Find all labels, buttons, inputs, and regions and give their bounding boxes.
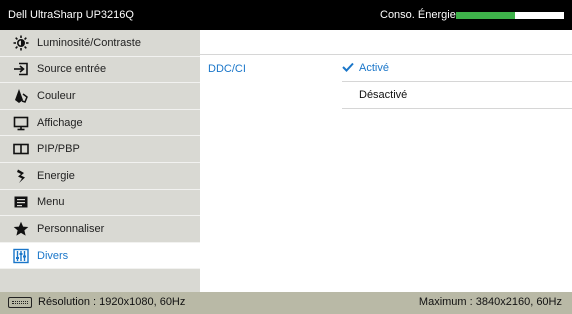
display-icon bbox=[13, 115, 29, 131]
sidebar-item-label: Menu bbox=[37, 196, 65, 209]
sidebar-item-personalize[interactable]: Personnaliser bbox=[0, 216, 200, 243]
option-enabled-label: Activé bbox=[359, 62, 389, 74]
sidebar-item-display[interactable]: Affichage bbox=[0, 110, 200, 137]
checkmark-icon bbox=[342, 62, 356, 75]
option-disabled-label: Désactivé bbox=[359, 89, 408, 101]
option-enabled[interactable]: Activé bbox=[342, 55, 570, 81]
sidebar-item-others[interactable]: Divers bbox=[0, 242, 200, 270]
sidebar-item-input-source[interactable]: Source entrée bbox=[0, 57, 200, 84]
sidebar-item-label: Affichage bbox=[37, 116, 83, 129]
divider bbox=[342, 108, 572, 109]
sidebar-item-label: Luminosité/Contraste bbox=[37, 36, 141, 49]
sidebar-item-pip-pbp[interactable]: PIP/PBP bbox=[0, 136, 200, 163]
title-bar: Dell UltraSharp UP3216Q Conso. Énergie bbox=[0, 0, 572, 30]
sidebar-item-label: Divers bbox=[37, 249, 69, 262]
sidebar-item-color[interactable]: Couleur bbox=[0, 83, 200, 110]
color-icon bbox=[13, 88, 29, 104]
current-resolution-text: Résolution : 1920x1080, 60Hz bbox=[38, 296, 186, 308]
menu-icon bbox=[13, 194, 29, 210]
ddc-ci-setting-label: DDC/CI bbox=[208, 63, 246, 75]
sidebar-item-label: Source entrée bbox=[37, 63, 107, 76]
sidebar-item-menu[interactable]: Menu bbox=[0, 190, 200, 217]
option-disabled[interactable]: Désactivé bbox=[342, 82, 570, 108]
sidebar-item-energy[interactable]: Energie bbox=[0, 163, 200, 190]
sidebar-item-label: Couleur bbox=[37, 89, 76, 102]
status-bar: Résolution : 1920x1080, 60Hz Maximum : 3… bbox=[0, 292, 572, 314]
pip-pbp-icon bbox=[13, 141, 29, 157]
energy-usage-fill bbox=[456, 12, 516, 19]
current-resolution: Résolution : 1920x1080, 60Hz bbox=[8, 296, 185, 308]
sidebar-item-label: Energie bbox=[37, 169, 75, 182]
maximum-resolution: Maximum : 3840x2160, 60Hz bbox=[418, 296, 562, 308]
sidebar-item-label: PIP/PBP bbox=[37, 143, 80, 156]
sidebar-item-brightness-contrast[interactable]: Luminosité/Contraste bbox=[0, 30, 200, 57]
sidebar-menu: Luminosité/Contraste Source entrée Coule… bbox=[0, 30, 200, 292]
energy-usage-label: Conso. Énergie bbox=[380, 9, 456, 21]
star-icon bbox=[13, 221, 29, 237]
settings-panel: DDC/CI Activé Désactivé bbox=[200, 30, 572, 292]
energy-icon bbox=[13, 168, 29, 184]
brightness-icon bbox=[13, 35, 29, 51]
monitor-model: Dell UltraSharp UP3216Q bbox=[8, 9, 134, 21]
sidebar-item-label: Personnaliser bbox=[37, 222, 105, 235]
input-source-icon bbox=[13, 61, 29, 77]
equalizer-icon bbox=[13, 248, 29, 264]
monitor-osd: Dell UltraSharp UP3216Q Conso. Énergie L… bbox=[0, 0, 572, 314]
energy-usage-meter bbox=[456, 12, 564, 19]
connector-icon bbox=[8, 296, 32, 308]
